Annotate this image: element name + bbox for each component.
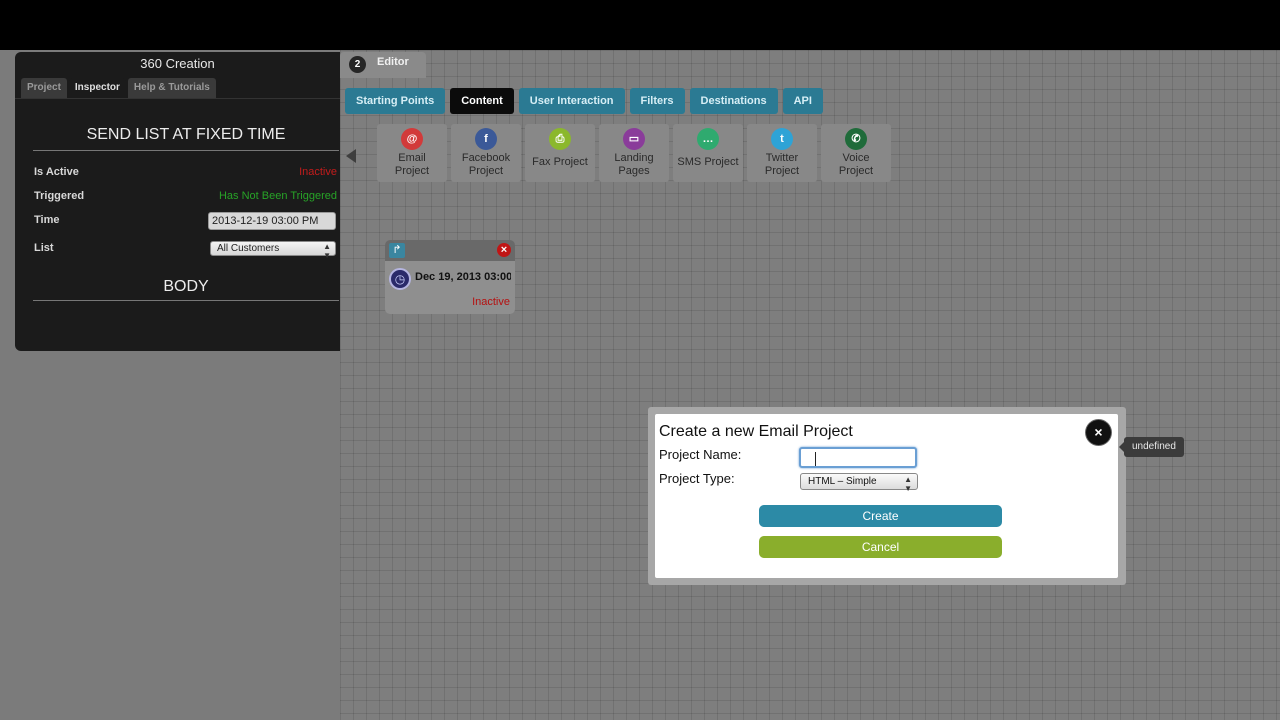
tool-label: Twitter Project bbox=[764, 152, 800, 177]
fax-icon: ⎙ bbox=[549, 128, 571, 150]
tab-inspector[interactable]: Inspector bbox=[68, 78, 126, 98]
voice-phone-icon: ✆ bbox=[845, 128, 867, 150]
tooltip: undefined bbox=[1119, 437, 1184, 457]
email-icon: @ bbox=[401, 128, 423, 150]
clock-icon: ◷ bbox=[389, 268, 411, 290]
create-project-dialog: Create a new Email Project × Project Nam… bbox=[655, 414, 1118, 578]
list-label: List bbox=[34, 242, 54, 254]
tool-label: Voice Project bbox=[838, 152, 874, 177]
cancel-button[interactable]: Cancel bbox=[759, 536, 1002, 558]
section-divider bbox=[33, 150, 339, 151]
category-tabs: Starting Points Content User Interaction… bbox=[345, 88, 828, 114]
tab-divider bbox=[15, 98, 340, 99]
tool-label: Landing Pages bbox=[614, 152, 654, 177]
project-name-label: Project Name: bbox=[659, 447, 742, 462]
create-button[interactable]: Create bbox=[759, 505, 1002, 527]
inspector-panel: 360 Creation Project Inspector Help & Tu… bbox=[15, 52, 340, 351]
time-input[interactable]: 2013-12-19 03:00 PM bbox=[208, 212, 336, 230]
flow-arrow-icon: ↱ bbox=[389, 243, 405, 258]
top-black-bar bbox=[0, 0, 1280, 50]
tab-api[interactable]: API bbox=[782, 88, 823, 114]
facebook-icon: f bbox=[475, 128, 497, 150]
inspector-tabs: Project Inspector Help & Tutorials bbox=[21, 78, 218, 98]
project-type-select[interactable]: HTML – Simple ▲ ▼ bbox=[800, 473, 918, 493]
tool-email-project[interactable]: @ Email Project bbox=[377, 124, 447, 182]
select-arrows-icon: ▲ ▼ bbox=[904, 475, 912, 493]
time-label: Time bbox=[34, 214, 60, 226]
editor-label: Editor bbox=[377, 56, 409, 68]
tab-help-tutorials[interactable]: Help & Tutorials bbox=[127, 78, 216, 98]
close-icon[interactable]: × bbox=[1086, 420, 1111, 445]
tab-project[interactable]: Project bbox=[21, 78, 67, 98]
tab-starting-points[interactable]: Starting Points bbox=[345, 88, 446, 114]
tool-label: Fax Project bbox=[532, 156, 588, 168]
list-select-value: All Customers bbox=[217, 243, 280, 254]
tool-label: Facebook Project bbox=[461, 152, 511, 177]
select-arrows-icon: ▲ ▼ bbox=[323, 242, 331, 260]
tool-label: SMS Project bbox=[677, 156, 739, 168]
tool-twitter-project[interactable]: t Twitter Project bbox=[747, 124, 817, 182]
tool-facebook-project[interactable]: f Facebook Project bbox=[451, 124, 521, 182]
scroll-left-arrow-icon[interactable] bbox=[346, 149, 356, 163]
landing-page-icon: ▭ bbox=[623, 128, 645, 150]
sms-icon: … bbox=[697, 128, 719, 150]
tab-filters[interactable]: Filters bbox=[629, 88, 685, 114]
tool-voice-project[interactable]: ✆ Voice Project bbox=[821, 124, 891, 182]
is-active-label: Is Active bbox=[34, 166, 79, 178]
tab-destinations[interactable]: Destinations bbox=[689, 88, 778, 114]
step-number-badge: 2 bbox=[349, 56, 366, 73]
panel-title: 360 Creation bbox=[140, 56, 215, 71]
tool-fax-project[interactable]: ⎙ Fax Project bbox=[525, 124, 595, 182]
tool-label: Email Project bbox=[394, 152, 430, 177]
content-tool-palette: @ Email Project f Facebook Project ⎙ Fax P… bbox=[377, 124, 895, 182]
node-delete-icon[interactable]: × bbox=[497, 243, 511, 257]
project-type-value: HTML – Simple bbox=[808, 476, 877, 487]
schedule-node[interactable]: ↱ × ◷ Dec 19, 2013 03:00 PM Inactive bbox=[385, 240, 515, 314]
dialog-title: Create a new Email Project bbox=[659, 423, 853, 440]
node-date: Dec 19, 2013 03:00 PM bbox=[415, 271, 511, 283]
tab-content[interactable]: Content bbox=[450, 88, 514, 114]
triggered-value: Has Not Been Triggered bbox=[218, 190, 337, 202]
project-type-label: Project Type: bbox=[659, 471, 735, 486]
is-active-value[interactable]: Inactive bbox=[299, 166, 337, 178]
tool-landing-pages[interactable]: ▭ Landing Pages bbox=[599, 124, 669, 182]
project-name-input[interactable] bbox=[799, 447, 917, 468]
tool-sms-project[interactable]: … SMS Project bbox=[673, 124, 743, 182]
body-title: BODY bbox=[163, 278, 209, 295]
tab-user-interaction[interactable]: User Interaction bbox=[518, 88, 625, 114]
text-cursor-icon bbox=[815, 452, 816, 466]
body-divider bbox=[33, 300, 339, 301]
editor-step-tab[interactable]: 2 Editor bbox=[340, 52, 426, 78]
section-title: SEND LIST AT FIXED TIME bbox=[86, 126, 286, 143]
list-select[interactable]: All Customers ▲ ▼ bbox=[210, 241, 336, 260]
node-status: Inactive bbox=[472, 296, 510, 308]
triggered-label: Triggered bbox=[34, 190, 85, 202]
twitter-icon: t bbox=[771, 128, 793, 150]
